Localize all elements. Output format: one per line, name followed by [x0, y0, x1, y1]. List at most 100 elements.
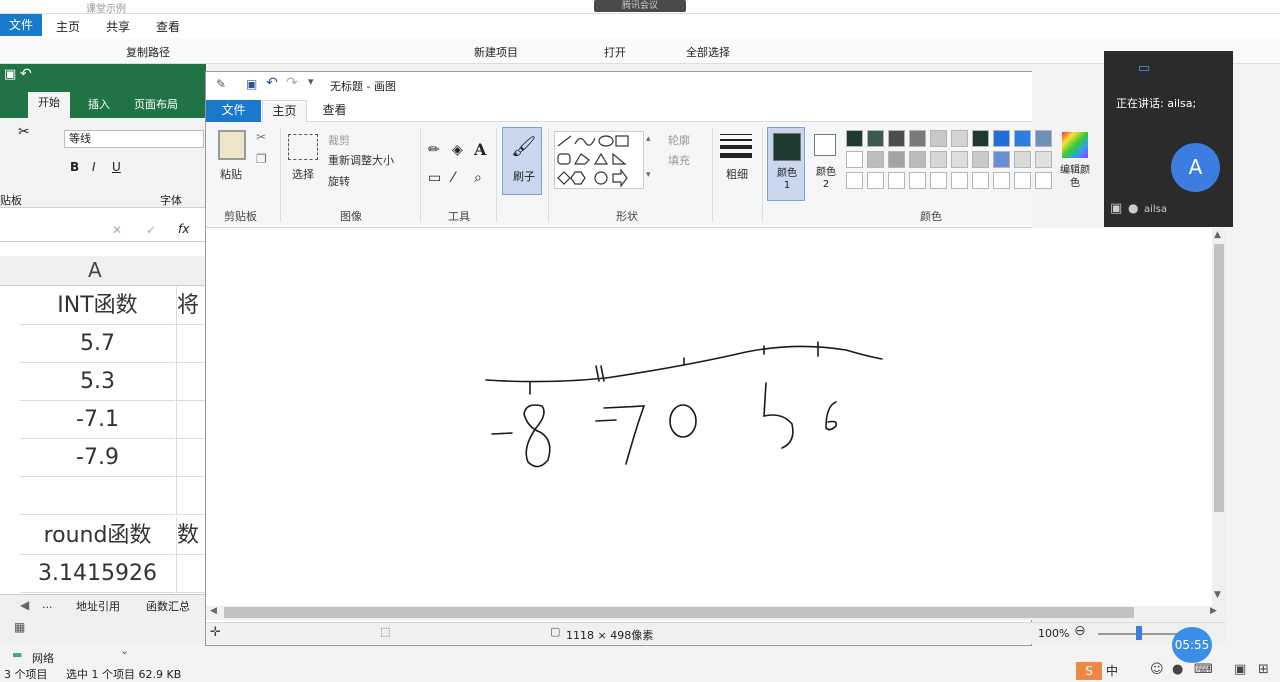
- magnifier-icon[interactable]: ⌕: [474, 170, 482, 186]
- sheet-tab-address[interactable]: 地址引用: [76, 598, 120, 614]
- horizontal-scroll-thumb[interactable]: [224, 607, 1134, 618]
- paste-button[interactable]: 粘贴: [220, 166, 242, 182]
- save-icon[interactable]: ▣: [4, 67, 16, 82]
- palette-swatch-empty[interactable]: [909, 172, 926, 189]
- outline-button[interactable]: 轮廓: [668, 132, 690, 148]
- cell-b1[interactable]: 将: [176, 287, 206, 325]
- excel-tab-home[interactable]: 开始: [28, 92, 70, 118]
- italic-button[interactable]: I: [92, 160, 96, 174]
- edit-colors-button[interactable]: 编辑颜色: [1060, 130, 1090, 194]
- cell-b3[interactable]: [176, 363, 206, 401]
- new-item-button[interactable]: 新建项目: [474, 44, 518, 60]
- formula-bar[interactable]: ✕ ✓ fx: [0, 220, 206, 242]
- size-button[interactable]: 粗细: [726, 166, 748, 182]
- palette-swatch[interactable]: [888, 151, 905, 168]
- palette-swatch[interactable]: [846, 130, 863, 147]
- excel-tab-insert[interactable]: 插入: [88, 96, 110, 112]
- fill-button[interactable]: 填充: [668, 152, 690, 168]
- explorer-tab-view[interactable]: 查看: [156, 18, 180, 35]
- qat-dropdown-icon[interactable]: ▾: [308, 75, 314, 88]
- select-all-button[interactable]: 全部选择: [686, 44, 730, 60]
- palette-swatch[interactable]: [1014, 151, 1031, 168]
- palette-swatch[interactable]: [1035, 130, 1052, 147]
- cell-a7[interactable]: round函数: [20, 517, 175, 555]
- rotate-button[interactable]: 旋转: [328, 173, 350, 189]
- keyboard-icon[interactable]: ⌨: [1194, 662, 1213, 677]
- palette-swatch[interactable]: [993, 151, 1010, 168]
- palette-swatch[interactable]: [930, 130, 947, 147]
- shirt-icon[interactable]: ▣: [1234, 662, 1246, 677]
- palette-swatch-empty[interactable]: [993, 172, 1010, 189]
- mic-icon[interactable]: ●: [1172, 662, 1183, 677]
- palette-swatch[interactable]: [1014, 130, 1031, 147]
- palette-swatch[interactable]: [909, 130, 926, 147]
- explorer-tab-share[interactable]: 共享: [106, 18, 130, 35]
- select-icon[interactable]: [288, 134, 318, 160]
- column-header-a[interactable]: A: [88, 258, 102, 282]
- palette-swatch-empty[interactable]: [1014, 172, 1031, 189]
- palette-swatch[interactable]: [1035, 151, 1052, 168]
- grid-icon[interactable]: ⊞: [1258, 662, 1269, 677]
- network-label[interactable]: 网络: [32, 650, 54, 666]
- explorer-tab-home[interactable]: 主页: [56, 18, 80, 35]
- brush-button[interactable]: 🖌 刷子: [502, 127, 542, 195]
- sogou-ime-icon[interactable]: S: [1076, 662, 1102, 680]
- palette-swatch-empty[interactable]: [1035, 172, 1052, 189]
- open-button[interactable]: 打开: [604, 44, 626, 60]
- cell-a8[interactable]: 3.1415926: [20, 555, 175, 593]
- eraser-icon[interactable]: ▭: [428, 170, 441, 186]
- cell-a4[interactable]: -7.1: [20, 401, 175, 439]
- palette-swatch[interactable]: [993, 130, 1010, 147]
- scroll-right-icon[interactable]: ▶: [1210, 606, 1217, 616]
- palette-swatch-empty[interactable]: [951, 172, 968, 189]
- fx-icon[interactable]: fx: [178, 222, 189, 236]
- cell-a2[interactable]: 5.7: [20, 325, 175, 363]
- vertical-scroll-thumb[interactable]: [1214, 244, 1224, 512]
- palette-swatch[interactable]: [972, 130, 989, 147]
- scroll-left-icon[interactable]: ◀: [210, 606, 217, 616]
- cell-a1[interactable]: INT函数: [20, 287, 175, 325]
- palette-swatch-empty[interactable]: [846, 172, 863, 189]
- cell-b5[interactable]: [176, 439, 206, 477]
- font-name-select[interactable]: 等线: [64, 130, 204, 148]
- palette-swatch[interactable]: [951, 130, 968, 147]
- redo-icon-paint[interactable]: ↷: [286, 75, 298, 91]
- paint-canvas[interactable]: [206, 228, 1214, 606]
- explorer-tab-file[interactable]: 文件: [0, 14, 42, 36]
- cell-b8[interactable]: [176, 555, 206, 593]
- palette-swatch[interactable]: [972, 151, 989, 168]
- network-icon[interactable]: ▬: [12, 648, 22, 661]
- undo-icon-paint[interactable]: ↶: [266, 75, 278, 91]
- cell-b4[interactable]: [176, 401, 206, 439]
- cell-a5[interactable]: -7.9: [20, 439, 175, 477]
- color1-button[interactable]: 颜色 1: [767, 127, 805, 201]
- fill-bucket-icon[interactable]: ◈: [452, 142, 463, 158]
- palette-swatch[interactable]: [867, 130, 884, 147]
- sheet-more[interactable]: ...: [42, 598, 53, 611]
- check-icon[interactable]: ✓: [146, 223, 156, 237]
- palette-swatch-empty[interactable]: [972, 172, 989, 189]
- palette-swatch[interactable]: [930, 151, 947, 168]
- palette-swatch[interactable]: [867, 151, 884, 168]
- shapes-gallery[interactable]: [554, 131, 644, 189]
- sheet-prev-icon[interactable]: ◀: [20, 598, 29, 612]
- cut-icon-paint[interactable]: ✂: [256, 130, 266, 144]
- shapes-expand-icon[interactable]: ▾: [646, 170, 651, 180]
- palette-swatch[interactable]: [909, 151, 926, 168]
- cell-a6[interactable]: [20, 477, 175, 515]
- chevron-down-icon[interactable]: ⌄: [120, 644, 129, 657]
- cancel-icon[interactable]: ✕: [112, 223, 122, 237]
- shapes-scroll-up-icon[interactable]: ▴: [646, 134, 651, 144]
- emoji-icon[interactable]: ☺: [1150, 662, 1164, 677]
- excel-tab-layout[interactable]: 页面布局: [134, 96, 178, 112]
- size-icon[interactable]: [720, 134, 752, 158]
- cell-a3[interactable]: 5.3: [20, 363, 175, 401]
- cell-b7[interactable]: 数: [176, 517, 206, 555]
- scroll-up-icon[interactable]: ▲: [1214, 230, 1221, 240]
- color2-button[interactable]: 颜色 2: [808, 127, 844, 201]
- paint-tab-file[interactable]: 文件: [206, 100, 261, 122]
- color-picker-icon[interactable]: ⁄: [452, 170, 454, 186]
- paste-icon[interactable]: [218, 130, 246, 160]
- cell-b6[interactable]: [176, 477, 206, 515]
- paint-tab-view[interactable]: 查看: [312, 100, 357, 122]
